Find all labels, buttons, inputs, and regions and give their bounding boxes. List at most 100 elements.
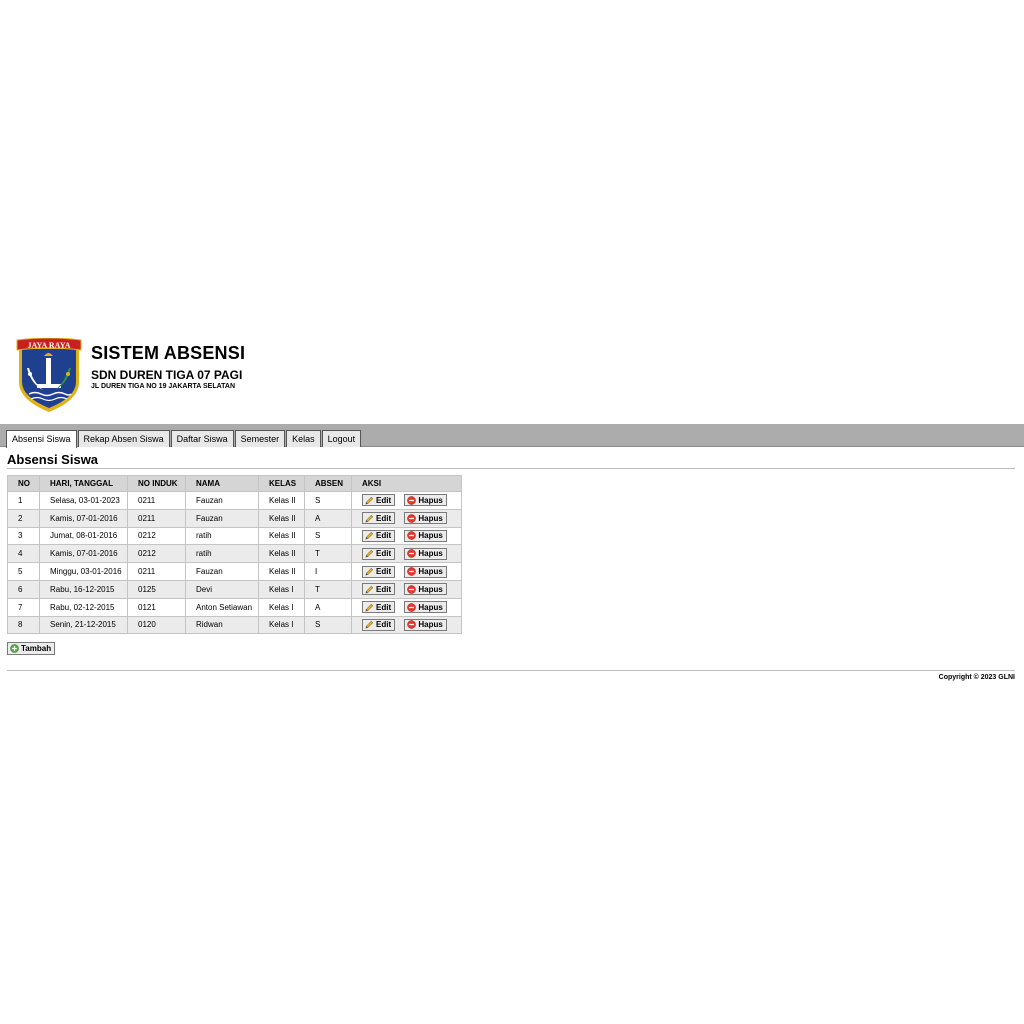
- table-row: 3 Jumat, 08-01-2016 0212 ratih Kelas II …: [7, 526, 462, 546]
- table-row: 7 Rabu, 02-12-2015 0121 Anton Setiawan K…: [7, 597, 462, 617]
- cell-no-induk: 0211: [127, 508, 186, 528]
- table-row: 1 Selasa, 03-01-2023 0211 Fauzan Kelas I…: [7, 491, 462, 510]
- tab-absensi-siswa[interactable]: Absensi Siswa: [6, 430, 77, 448]
- hapus-button[interactable]: Hapus: [404, 547, 447, 560]
- hapus-button[interactable]: Hapus: [404, 565, 447, 578]
- table-row: 2 Kamis, 07-01-2016 0211 Fauzan Kelas II…: [7, 508, 462, 528]
- cell-no-induk: 0212: [127, 544, 186, 564]
- cell-kelas: Kelas I: [258, 597, 305, 617]
- hapus-label: Hapus: [418, 549, 443, 559]
- tab-logout[interactable]: Logout: [321, 430, 362, 447]
- header-kelas: KELAS: [258, 475, 305, 492]
- edit-button[interactable]: Edit: [362, 618, 396, 631]
- table-row: 6 Rabu, 16-12-2015 0125 Devi Kelas I T E…: [7, 579, 462, 599]
- cell-no: 7: [7, 597, 40, 617]
- table-row: 5 Minggu, 03-01-2016 0211 Fauzan Kelas I…: [7, 562, 462, 581]
- edit-button[interactable]: Edit: [362, 512, 396, 525]
- cell-no-induk: 0211: [127, 491, 186, 510]
- cell-nama: Anton Setiawan: [185, 597, 259, 617]
- tab-semester[interactable]: Semester: [234, 430, 286, 447]
- edit-label: Edit: [376, 549, 392, 559]
- hapus-label: Hapus: [418, 567, 443, 577]
- edit-label: Edit: [376, 495, 392, 505]
- hapus-button[interactable]: Hapus: [404, 618, 447, 631]
- pencil-icon: [365, 567, 374, 576]
- cell-nama: Fauzan: [185, 491, 259, 510]
- cell-no: 4: [7, 544, 40, 564]
- hapus-label: Hapus: [418, 531, 443, 541]
- cell-absen: S: [304, 615, 352, 635]
- cell-tanggal: Rabu, 02-12-2015: [39, 597, 128, 617]
- cell-nama: Fauzan: [185, 562, 259, 581]
- edit-button[interactable]: Edit: [362, 583, 396, 596]
- edit-button[interactable]: Edit: [362, 529, 396, 542]
- hapus-button[interactable]: Hapus: [404, 529, 447, 542]
- pencil-icon: [365, 550, 374, 558]
- tambah-label: Tambah: [21, 644, 52, 653]
- cell-absen: A: [304, 508, 352, 528]
- cell-nama: Devi: [185, 579, 259, 599]
- cell-no: 2: [7, 508, 40, 528]
- delete-circle-icon: [407, 620, 417, 630]
- tambah-button[interactable]: Tambah: [7, 642, 56, 655]
- delete-circle-icon: [407, 602, 417, 612]
- edit-button[interactable]: Edit: [362, 565, 396, 578]
- tab-kelas[interactable]: Kelas: [286, 430, 321, 447]
- cell-absen: T: [304, 544, 352, 564]
- jaya-raya-emblem-icon: JAYA RAYA: [16, 338, 82, 412]
- hapus-button[interactable]: Hapus: [404, 583, 447, 596]
- cell-aksi: Edit Hapus: [351, 526, 462, 546]
- delete-circle-icon: [407, 585, 417, 594]
- cell-tanggal: Minggu, 03-01-2016: [39, 562, 128, 581]
- cell-no: 6: [7, 579, 40, 599]
- cell-tanggal: Selasa, 03-01-2023: [39, 491, 128, 510]
- pencil-icon: [365, 496, 374, 505]
- add-circle-icon: [10, 644, 19, 653]
- site-header: JAYA RAYA SISTEM ABSENSI SDN DUREN TIGA …: [0, 336, 1024, 416]
- cell-no: 8: [7, 615, 40, 635]
- cell-kelas: Kelas II: [258, 491, 305, 510]
- cell-aksi: Edit Hapus: [351, 562, 462, 581]
- hapus-button[interactable]: Hapus: [404, 512, 447, 525]
- delete-circle-icon: [407, 496, 417, 505]
- cell-no: 3: [7, 526, 40, 546]
- hapus-button[interactable]: Hapus: [404, 601, 447, 614]
- cell-kelas: Kelas I: [258, 579, 305, 599]
- pencil-icon: [365, 514, 374, 523]
- system-title: SISTEM ABSENSI: [91, 343, 246, 363]
- tab-rekap-absen-siswa[interactable]: Rekap Absen Siswa: [77, 430, 170, 447]
- pencil-icon: [365, 532, 374, 540]
- edit-label: Edit: [376, 602, 392, 612]
- delete-circle-icon: [407, 549, 417, 559]
- header-no-induk: NO INDUK: [127, 475, 186, 492]
- cell-no-induk: 0125: [127, 579, 186, 599]
- table-row: 8 Senin, 21-12-2015 0120 Ridwan Kelas I …: [7, 615, 462, 635]
- cell-absen: S: [304, 491, 352, 510]
- pencil-icon: [365, 585, 374, 594]
- edit-button[interactable]: Edit: [362, 601, 396, 614]
- cell-kelas: Kelas II: [258, 526, 305, 546]
- cell-kelas: Kelas II: [258, 508, 305, 528]
- footer-divider: [7, 670, 1015, 671]
- edit-label: Edit: [376, 584, 392, 594]
- table-row: 4 Kamis, 07-01-2016 0212 ratih Kelas II …: [7, 544, 462, 564]
- cell-nama: Fauzan: [185, 508, 259, 528]
- edit-button[interactable]: Edit: [362, 494, 396, 507]
- cell-no-induk: 0120: [127, 615, 186, 635]
- header-tanggal: HARI, TANGGAL: [39, 475, 128, 492]
- edit-label: Edit: [376, 567, 392, 577]
- emblem-text: JAYA RAYA: [27, 341, 70, 350]
- cell-no: 5: [7, 562, 40, 581]
- pencil-icon: [365, 603, 374, 612]
- table-header-row: NO HARI, TANGGAL NO INDUK NAMA KELAS ABS…: [7, 475, 462, 492]
- hapus-label: Hapus: [418, 513, 443, 523]
- cell-kelas: Kelas II: [258, 562, 305, 581]
- edit-button[interactable]: Edit: [362, 547, 396, 560]
- pencil-icon: [365, 621, 374, 629]
- tab-daftar-siswa[interactable]: Daftar Siswa: [170, 430, 234, 447]
- delete-circle-icon: [407, 531, 417, 541]
- hapus-button[interactable]: Hapus: [404, 494, 447, 507]
- cell-tanggal: Kamis, 07-01-2016: [39, 544, 128, 564]
- cell-absen: I: [304, 562, 352, 581]
- cell-aksi: Edit Hapus: [351, 597, 462, 617]
